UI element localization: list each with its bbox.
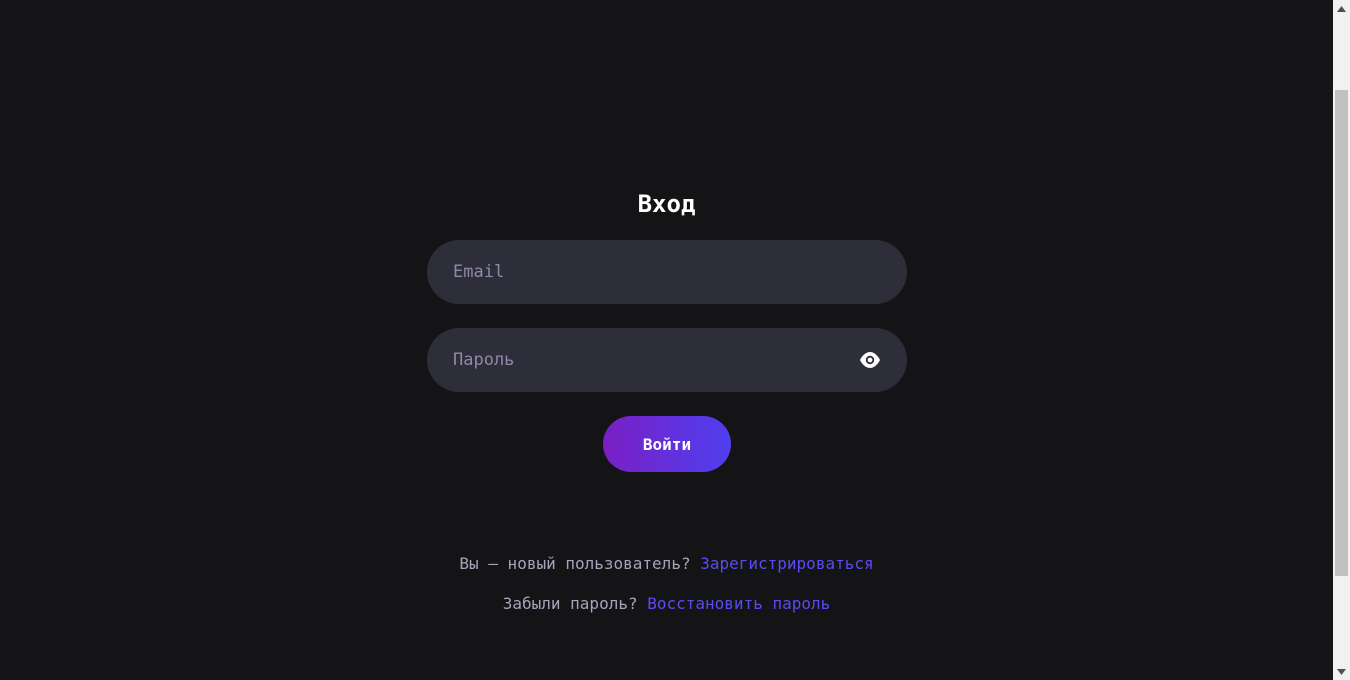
eye-icon[interactable]	[859, 349, 881, 371]
scroll-down-arrow-icon[interactable]	[1333, 663, 1350, 680]
password-field-container	[427, 328, 907, 392]
recover-row: Забыли пароль? Восстановить пароль	[0, 592, 1333, 616]
login-button[interactable]: Войти	[603, 416, 731, 472]
scroll-up-arrow-icon[interactable]	[1333, 0, 1350, 17]
email-field[interactable]	[427, 240, 907, 304]
vertical-scrollbar[interactable]	[1333, 0, 1350, 680]
page-title: Вход	[637, 190, 696, 218]
register-row: Вы — новый пользователь? Зарегистрироват…	[0, 552, 1333, 576]
recover-password-link[interactable]: Восстановить пароль	[647, 594, 830, 613]
email-field-container	[427, 240, 907, 304]
login-page: Вход Войти Вы — новый пользователь? Заре…	[0, 0, 1333, 680]
register-link[interactable]: Зарегистрироваться	[700, 554, 873, 573]
password-field[interactable]	[427, 328, 907, 392]
register-prompt: Вы — новый пользователь?	[459, 554, 691, 573]
recover-prompt: Забыли пароль?	[502, 594, 638, 613]
scrollbar-thumb[interactable]	[1335, 90, 1348, 576]
